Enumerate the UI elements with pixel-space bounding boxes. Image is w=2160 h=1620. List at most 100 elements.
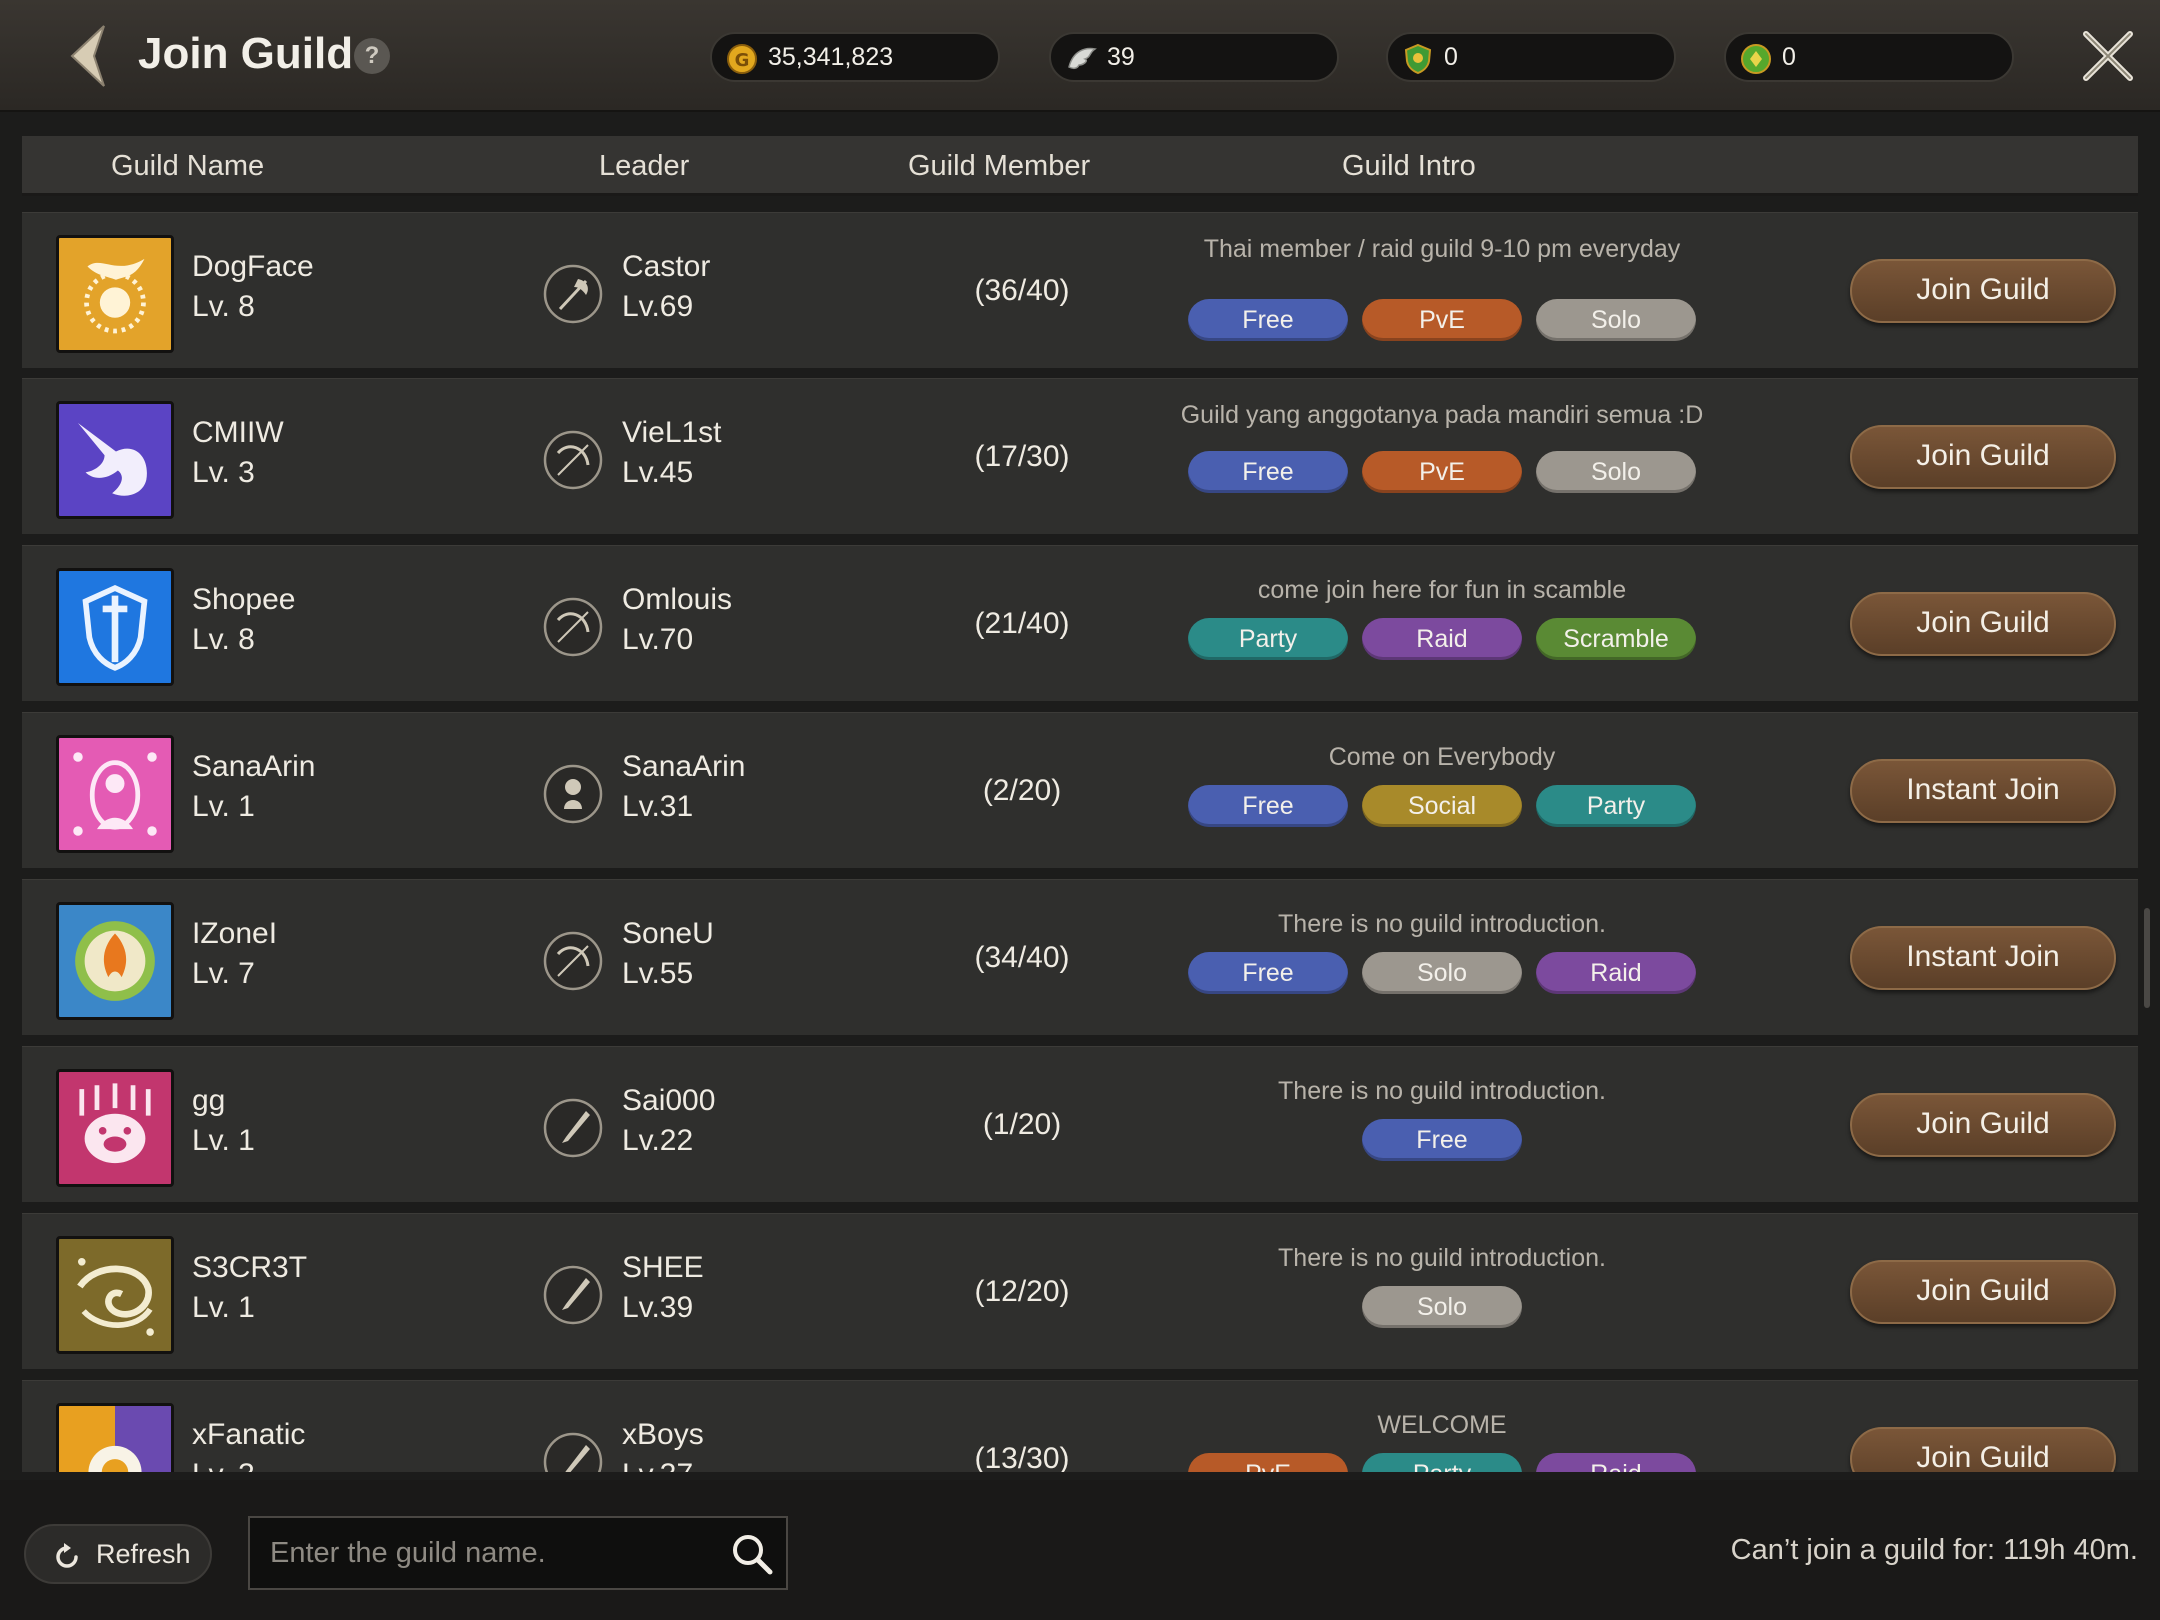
guild-row: Shopee Lv. 8 Omlouis Lv.70 (21/40) come … <box>22 545 2138 701</box>
guild-level: Lv. 7 <box>192 957 255 990</box>
tag-badge: Raid <box>1362 618 1522 660</box>
leader-name: VieL1st <box>622 416 722 449</box>
guild-search-input[interactable] <box>270 1518 710 1588</box>
guild-intro: There is no guild introduction. <box>1278 1077 1606 1105</box>
guild-intro: There is no guild introduction. <box>1278 1244 1606 1272</box>
guild-intro: Thai member / raid guild 9-10 pm everyda… <box>1203 235 1681 263</box>
tag-badge: Party <box>1188 618 1348 660</box>
leader-name: Sai000 <box>622 1084 716 1117</box>
tag-badge: Solo <box>1536 299 1696 341</box>
guild-intro: Guild yang anggotanya pada mandiri semua… <box>1180 401 1704 429</box>
tag-badge: Solo <box>1536 451 1696 493</box>
dagger-class-icon <box>542 1431 604 1472</box>
join-cooldown-text: Can’t join a guild for: 119h 40m. <box>1730 1534 2138 1566</box>
join-guild-button[interactable]: Join Guild <box>1850 1427 2116 1472</box>
tag-badge: Free <box>1188 451 1348 493</box>
instant-join-button[interactable]: Instant Join <box>1850 926 2116 990</box>
column-guild-intro: Guild Intro <box>1342 150 1476 182</box>
swirl-emblem-icon <box>56 1236 174 1354</box>
guild-name: gg <box>192 1084 226 1117</box>
mage-class-icon <box>542 763 604 825</box>
instant-join-button[interactable]: Instant Join <box>1850 759 2116 823</box>
column-header: Guild Name Leader Guild Member Guild Int… <box>22 136 2138 196</box>
guild-intro: WELCOME <box>1377 1411 1507 1439</box>
guild-tags: Free PvE Solo <box>1082 451 1802 493</box>
guild-level: Lv. 3 <box>192 1455 255 1472</box>
guild-intro: come join here for fun in scamble <box>1257 576 1627 604</box>
guild-row: DogFace Lv. 8 Castor Lv.69 (36/40) Thai … <box>22 212 2138 368</box>
pig-emblem-icon <box>56 1069 174 1187</box>
dagger-class-icon <box>542 1264 604 1326</box>
guild-name: DogFace <box>192 250 314 283</box>
gem-amount: 0 <box>1782 43 1796 71</box>
bow-class-icon <box>542 596 604 658</box>
guild-search-box <box>248 1516 788 1590</box>
leader-level: Lv.55 <box>622 957 694 990</box>
wing-amount: 39 <box>1107 43 1135 71</box>
leader-name: xBoys <box>622 1418 704 1451</box>
guild-level: Lv. 8 <box>192 623 255 656</box>
tag-badge: PvE <box>1188 1453 1348 1472</box>
guild-tags: Free <box>1082 1119 1802 1161</box>
tag-badge: Free <box>1362 1119 1522 1161</box>
leader-level: Lv.39 <box>622 1291 694 1324</box>
axe-class-icon <box>542 263 604 325</box>
refresh-icon <box>56 1543 78 1568</box>
guild-level: Lv. 3 <box>192 456 255 489</box>
flame-emblem-icon <box>56 902 174 1020</box>
refresh-label: Refresh <box>96 1539 191 1569</box>
guild-name: IZoneI <box>192 917 278 950</box>
tag-badge: Raid <box>1536 952 1696 994</box>
dagger-class-icon <box>542 1097 604 1159</box>
join-guild-button[interactable]: Join Guild <box>1850 1260 2116 1324</box>
join-guild-button[interactable]: Join Guild <box>1850 259 2116 323</box>
search-icon[interactable] <box>730 1532 774 1576</box>
currency-guild-token: 0 <box>1386 32 1676 82</box>
guild-tags: Solo <box>1082 1286 1802 1328</box>
guild-tags: Free Solo Raid <box>1082 952 1802 994</box>
tag-badge: PvE <box>1362 299 1522 341</box>
join-guild-button[interactable]: Join Guild <box>1850 1093 2116 1157</box>
refresh-button[interactable]: Refresh <box>24 1524 212 1584</box>
tag-badge: Social <box>1362 785 1522 827</box>
close-icon[interactable] <box>2078 26 2138 86</box>
column-guild-member: Guild Member <box>908 150 1091 182</box>
guild-shield-icon <box>1404 43 1432 75</box>
guild-list[interactable]: DogFace Lv. 8 Castor Lv.69 (36/40) Thai … <box>22 208 2138 1472</box>
leader-level: Lv.31 <box>622 790 694 823</box>
guild-row: CMIIW Lv. 3 VieL1st Lv.45 (17/30) Guild … <box>22 378 2138 534</box>
guild-token-amount: 0 <box>1444 43 1458 71</box>
guild-row: xFanatic Lv. 3 xBoys Lv.37 (13/30) WELCO… <box>22 1380 2138 1472</box>
leader-level: Lv.70 <box>622 623 694 656</box>
list-scrollbar[interactable] <box>2144 908 2150 1008</box>
guild-tags: Party Raid Scramble <box>1082 618 1802 660</box>
guild-row: SanaArin Lv. 1 SanaArin Lv.31 (2/20) Com… <box>22 712 2138 868</box>
tag-badge: Free <box>1188 785 1348 827</box>
leader-name: SanaArin <box>622 750 746 783</box>
leader-level: Lv.45 <box>622 456 694 489</box>
guild-tags: Free Social Party <box>1082 785 1802 827</box>
guild-level: Lv. 8 <box>192 290 255 323</box>
guild-name: SanaArin <box>192 750 316 783</box>
tag-badge: Party <box>1362 1453 1522 1472</box>
guild-row: IZoneI Lv. 7 SoneU Lv.55 (34/40) There i… <box>22 879 2138 1035</box>
guild-name: xFanatic <box>192 1418 306 1451</box>
gold-coin-icon: G <box>727 44 757 74</box>
guild-name: S3CR3T <box>192 1251 308 1284</box>
join-guild-button[interactable]: Join Guild <box>1850 425 2116 489</box>
back-arrow-icon[interactable] <box>64 22 120 90</box>
page-title: Join Guild <box>138 29 354 78</box>
leader-level: Lv.22 <box>622 1124 694 1157</box>
join-guild-button[interactable]: Join Guild <box>1850 592 2116 656</box>
tag-badge: Solo <box>1362 952 1522 994</box>
tag-badge: Solo <box>1362 1286 1522 1328</box>
footer-bar: Refresh Can’t join a guild for: 119h 40m… <box>0 1480 2160 1620</box>
sun-emblem-icon <box>56 1403 174 1472</box>
svg-text:G: G <box>735 50 750 71</box>
leader-name: SHEE <box>622 1251 704 1284</box>
unicorn-emblem-icon <box>56 401 174 519</box>
tag-badge: Party <box>1536 785 1696 827</box>
guild-name: CMIIW <box>192 416 284 449</box>
help-icon[interactable]: ? <box>354 38 390 74</box>
leader-level: Lv.69 <box>622 290 694 323</box>
